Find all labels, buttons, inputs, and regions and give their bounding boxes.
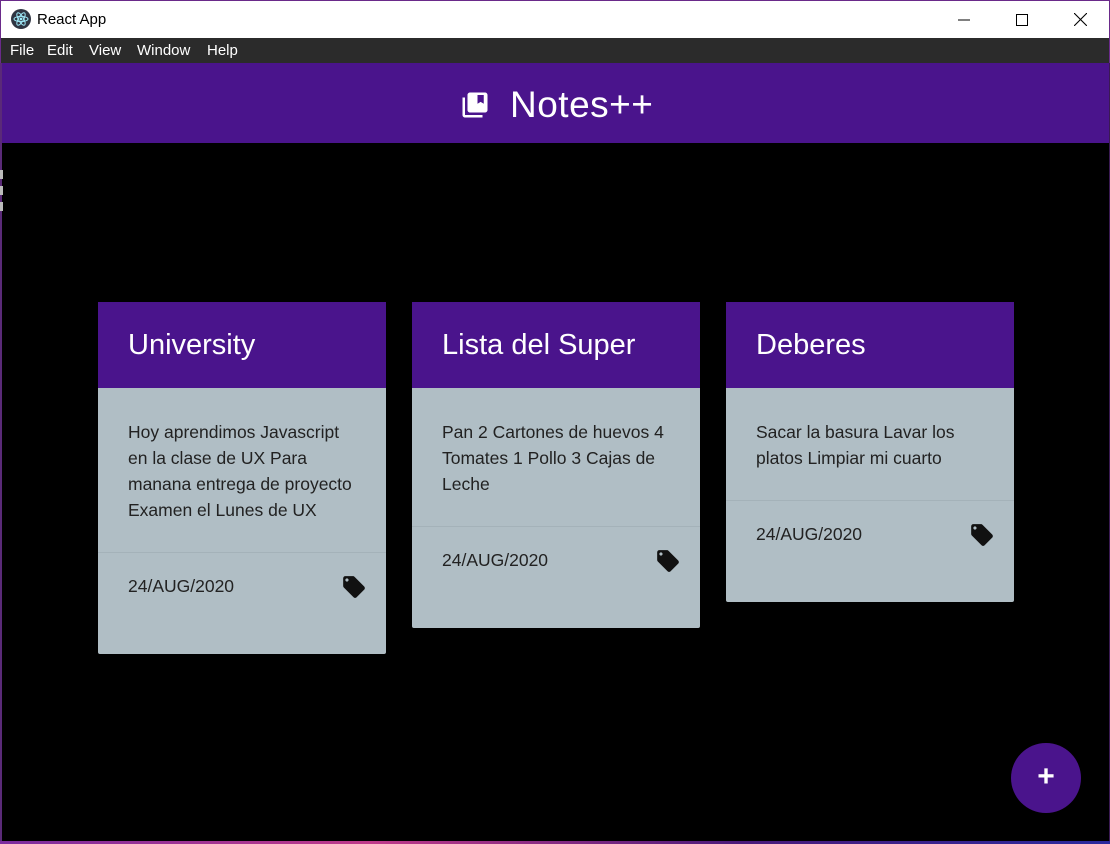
note-divider [726, 500, 1014, 501]
edge-marker [0, 170, 3, 179]
maximize-icon [1016, 13, 1028, 26]
note-card[interactable]: Deberes Sacar la basura Lavar los platos… [726, 302, 1014, 602]
note-divider [98, 552, 386, 553]
note-card-header: Lista del Super [412, 302, 700, 388]
menu-view[interactable]: View [89, 42, 121, 59]
menu-edit[interactable]: Edit [47, 42, 73, 59]
note-date: 24/AUG/2020 [442, 550, 549, 570]
close-button[interactable] [1051, 1, 1109, 38]
menu-help[interactable]: Help [207, 42, 238, 59]
note-date: 24/AUG/2020 [756, 524, 863, 544]
menu-file[interactable]: File [10, 42, 34, 59]
note-title: University [128, 329, 256, 361]
note-card-header: University [98, 302, 386, 388]
tag-icon[interactable] [969, 522, 995, 548]
note-title: Deberes [756, 329, 866, 361]
app-header: Notes++ [2, 63, 1109, 143]
note-body: Hoy aprendimos Javascript en la clase de… [128, 422, 352, 520]
menu-window[interactable]: Window [137, 42, 190, 59]
plus-icon: + [1037, 760, 1055, 793]
window-title: React App [37, 11, 107, 28]
menu-bar: File Edit View Window Help [0, 38, 1110, 63]
app-title: Notes++ [510, 84, 654, 125]
note-card-header: Deberes [726, 302, 1014, 388]
edge-marker [0, 202, 3, 211]
note-card[interactable]: Lista del Super Pan 2 Cartones de huevos… [412, 302, 700, 628]
maximize-button[interactable] [993, 1, 1051, 38]
window-titlebar: React App [0, 0, 1110, 38]
note-body: Sacar la basura Lavar los platos Limpiar… [756, 422, 955, 468]
tag-icon[interactable] [341, 574, 367, 600]
note-title: Lista del Super [442, 329, 636, 361]
note-divider [412, 526, 700, 527]
minimize-icon [958, 19, 970, 20]
note-card[interactable]: University Hoy aprendimos Javascript en … [98, 302, 386, 654]
tag-icon[interactable] [655, 548, 681, 574]
close-icon [1073, 13, 1087, 26]
edge-marker [0, 186, 3, 195]
note-body: Pan 2 Cartones de huevos 4 Tomates 1 Pol… [442, 422, 664, 494]
add-note-button[interactable]: + [1011, 743, 1081, 813]
minimize-button[interactable] [935, 1, 993, 38]
note-date: 24/AUG/2020 [128, 576, 235, 596]
brand: Notes++ [460, 84, 654, 125]
electron-app-icon [11, 9, 31, 29]
library-books-icon [462, 92, 488, 118]
